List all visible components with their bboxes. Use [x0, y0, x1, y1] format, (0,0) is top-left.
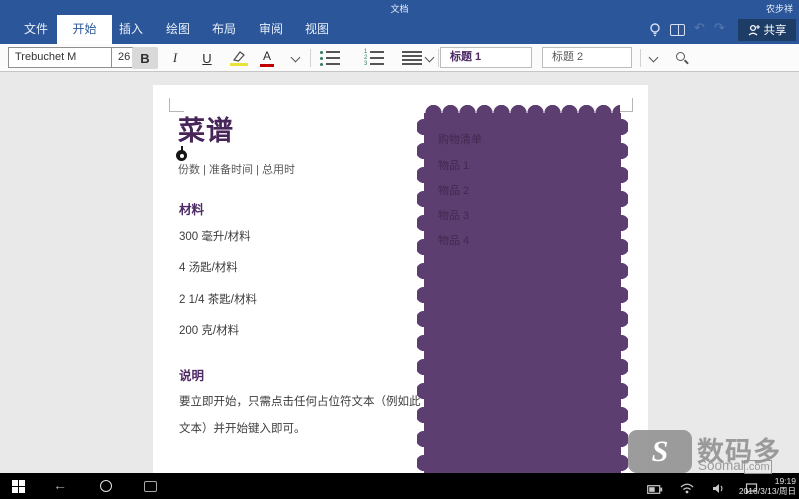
style-heading2-button[interactable]: 标题 2 — [542, 47, 632, 68]
toolbar-divider — [640, 49, 641, 67]
titlebar: 文档 农步祥 — [0, 0, 799, 15]
quick-format-toolbar: Trebuchet M 26 B I U A 1 2 3 标题 1 标题 2 — [0, 44, 799, 72]
text-cursor-gripper[interactable] — [176, 146, 188, 162]
scallop-edge-left — [417, 115, 424, 471]
volume-icon[interactable] — [712, 481, 725, 499]
watermark-site-suffix: .com — [743, 460, 772, 474]
bullet-list-button[interactable] — [320, 50, 340, 66]
search-icon[interactable] — [676, 52, 685, 61]
redo-icon[interactable]: ↷ — [714, 20, 725, 36]
shopping-list-sidebar[interactable]: 购物清单 物品 1 物品 2 物品 3 物品 4 — [417, 105, 628, 473]
shopping-item[interactable]: 物品 4 — [438, 232, 469, 248]
battery-icon[interactable] — [647, 481, 663, 499]
share-button[interactable]: 共享 — [738, 19, 796, 41]
font-name-input[interactable]: Trebuchet M — [8, 47, 112, 68]
taskbar-clock[interactable]: 19:19 2016/3/13/周日 — [739, 476, 796, 496]
numbered-list-button[interactable]: 1 2 3 — [364, 49, 384, 67]
toolbar-divider — [438, 49, 439, 67]
tab-draw[interactable]: 绘图 — [166, 15, 190, 44]
word-app-window: 文档 农步祥 文件 开始 插入 绘图 布局 审阅 视图 ↶ ↷ 共享 Trebu… — [0, 0, 799, 499]
toolbar-divider — [310, 49, 311, 67]
font-color-bar — [260, 63, 274, 68]
wifi-icon[interactable] — [680, 481, 694, 499]
tab-view[interactable]: 视图 — [305, 15, 329, 44]
scallop-edge-top — [425, 105, 620, 113]
watermark-site-name: Soomal — [698, 458, 744, 473]
document-title: 文档 — [390, 4, 409, 14]
style-heading1-button[interactable]: 标题 1 — [440, 47, 532, 68]
task-view-icon[interactable] — [144, 481, 157, 492]
italic-button[interactable]: I — [164, 47, 186, 69]
page: 菜谱 份数 | 准备时间 | 总用时 材料 300 毫升/材料 4 汤匙/材料 … — [153, 85, 648, 473]
signed-in-user: 农步祥 — [765, 4, 793, 14]
document-canvas: 菜谱 份数 | 准备时间 | 总用时 材料 300 毫升/材料 4 汤匙/材料 … — [0, 72, 799, 473]
font-color-button[interactable]: A — [256, 47, 278, 69]
ribbon-tab-bar: 文件 开始 插入 绘图 布局 审阅 视图 ↶ ↷ 共享 — [0, 15, 799, 44]
undo-icon[interactable]: ↶ — [694, 20, 705, 36]
instructions-text-line[interactable]: 要立即开始，只需点击任何占位符文本（例如此 — [179, 393, 439, 409]
ingredient-line[interactable]: 4 汤匙/材料 — [179, 259, 238, 275]
shopping-item[interactable]: 物品 3 — [438, 207, 469, 223]
ingredient-line[interactable]: 300 毫升/材料 — [179, 228, 251, 244]
ingredient-line[interactable]: 200 克/材料 — [179, 322, 239, 338]
margin-corner-mark — [618, 98, 633, 112]
read-mode-icon[interactable] — [670, 24, 685, 36]
font-color-letter: A — [262, 48, 271, 63]
chevron-down-icon[interactable] — [648, 52, 659, 63]
cortana-search-icon[interactable] — [100, 480, 112, 492]
instructions-text-line[interactable]: 文本）并开始键入即可。 — [179, 420, 439, 436]
tab-layout[interactable]: 布局 — [212, 15, 236, 44]
clock-date: 2016/3/13/周日 — [738, 486, 796, 496]
tab-home[interactable]: 开始 — [57, 15, 112, 44]
highlighter-pen-icon — [232, 50, 245, 62]
alignment-button[interactable] — [402, 51, 422, 65]
tab-insert[interactable]: 插入 — [119, 15, 143, 44]
tab-review[interactable]: 审阅 — [259, 15, 283, 44]
instructions-heading[interactable]: 说明 — [179, 365, 204, 384]
windows-start-icon[interactable] — [12, 480, 25, 493]
windows-taskbar: ← 19:19 2016/3/13/周日 — [0, 473, 799, 499]
highlight-button[interactable] — [226, 47, 252, 69]
clock-time: 19:19 — [774, 476, 796, 486]
back-arrow-icon[interactable]: ← — [53, 477, 67, 493]
tell-me-lightbulb-icon[interactable] — [648, 22, 662, 42]
bold-button[interactable]: B — [132, 47, 158, 69]
recipe-meta-placeholder[interactable]: 份数 | 准备时间 | 总用时 — [178, 161, 295, 177]
shopping-item[interactable]: 物品 2 — [438, 182, 469, 198]
recipe-title[interactable]: 菜谱 — [178, 109, 234, 148]
highlight-color-bar — [230, 62, 248, 67]
chevron-down-icon[interactable] — [290, 52, 301, 63]
soomal-logo: S — [628, 430, 692, 473]
tab-file[interactable]: 文件 — [24, 15, 48, 44]
person-icon — [748, 24, 760, 36]
watermark-site-text: Soomal .com — [698, 458, 772, 474]
scallop-edge-right — [621, 115, 628, 471]
underline-button[interactable]: U — [196, 47, 218, 69]
ingredients-heading[interactable]: 材料 — [179, 199, 204, 218]
share-label: 共享 — [763, 25, 787, 37]
chevron-down-icon[interactable] — [424, 52, 435, 63]
shopping-item[interactable]: 物品 1 — [438, 157, 469, 173]
shopping-list-title[interactable]: 购物清单 — [438, 131, 482, 147]
ingredient-line[interactable]: 2 1/4 茶匙/材料 — [179, 291, 257, 307]
soomal-watermark: S 数码多 Soomal .com — [628, 430, 793, 474]
